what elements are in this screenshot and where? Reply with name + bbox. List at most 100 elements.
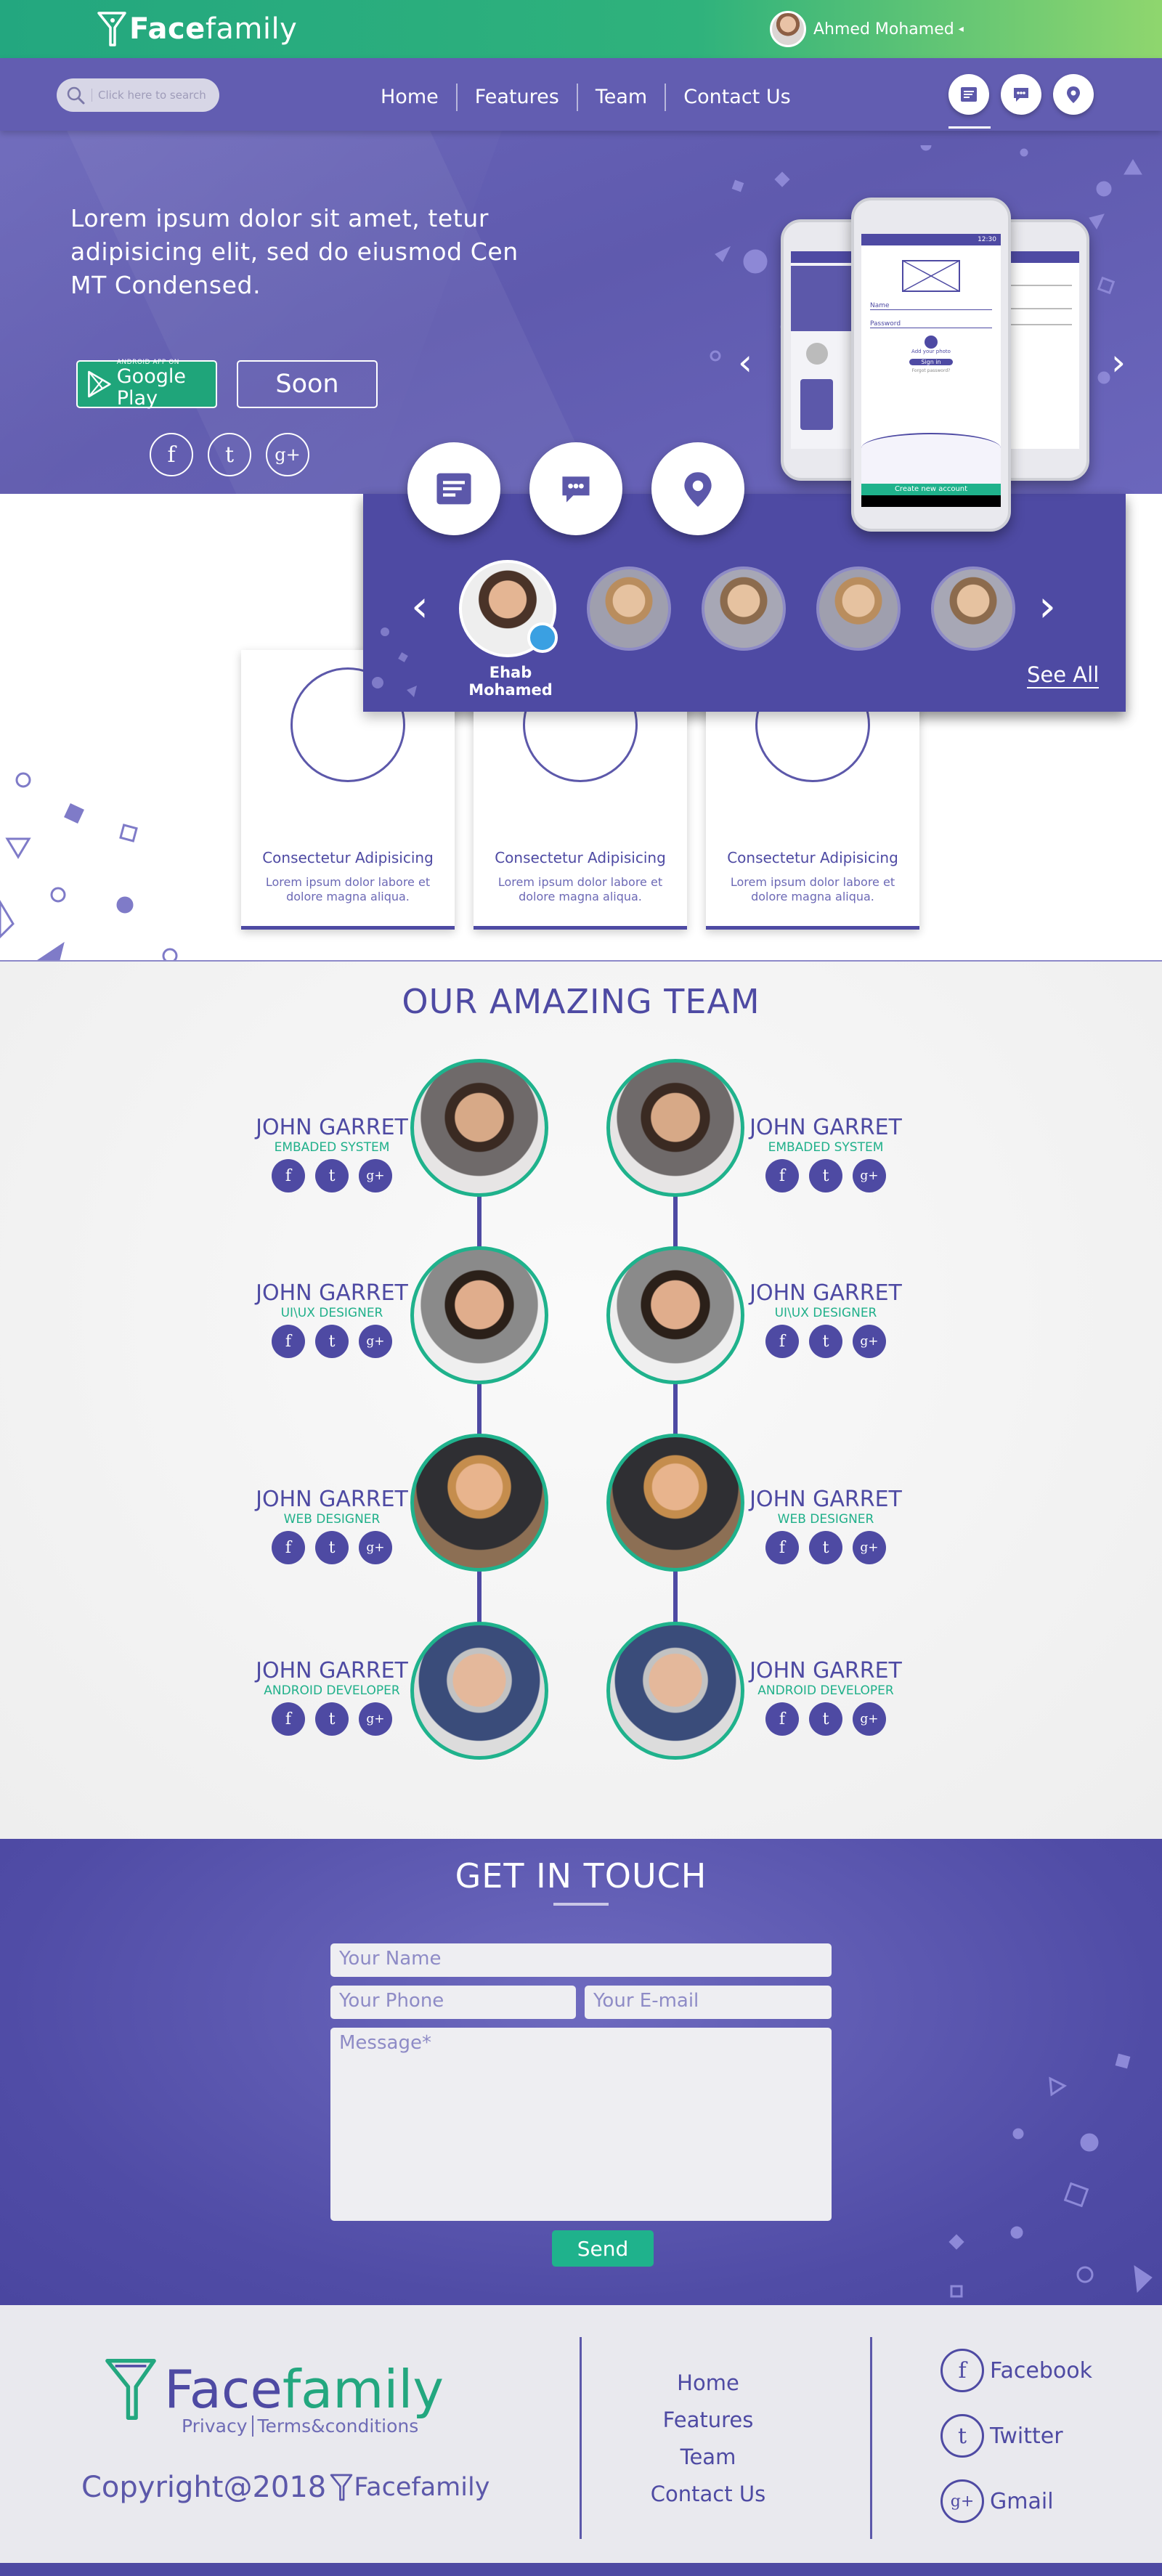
google-plus-icon[interactable]: g+ — [359, 1159, 392, 1192]
feature-title: Consectetur Adipisicing — [262, 849, 434, 866]
phone-field[interactable]: Your Phone — [330, 1986, 576, 2019]
member-social: f t g+ — [256, 1702, 408, 1736]
nav-team[interactable]: Team — [578, 84, 667, 111]
phone-center: 12:30 Name Password Add your photo Sign … — [851, 198, 1011, 532]
hero-prev-arrow[interactable]: ‹ — [738, 341, 752, 383]
search-input[interactable]: Click here to search — [92, 89, 206, 102]
user-name: Ahmed Mohamed — [813, 20, 954, 38]
footer-gmail-link[interactable]: g+ Gmail — [940, 2478, 1092, 2524]
footer-logo[interactable]: Facefamily — [102, 2353, 444, 2426]
active-tab-indicator — [948, 126, 991, 129]
member-role: ANDROID DEVELOPER — [264, 1683, 400, 1698]
team-member-photo — [606, 1434, 744, 1572]
member-role: WEB DESIGNER — [283, 1512, 381, 1527]
team-member-photo — [606, 1059, 744, 1197]
caret-icon: ◂ — [958, 23, 964, 35]
facebook-icon[interactable]: f — [272, 1702, 305, 1736]
footer-nav-home[interactable]: Home — [625, 2365, 792, 2402]
avatar[interactable] — [702, 566, 786, 651]
hero-next-arrow[interactable]: › — [1111, 341, 1126, 383]
twitter-icon[interactable]: t — [315, 1159, 349, 1192]
facebook-icon[interactable]: f — [150, 433, 193, 476]
facebook-icon[interactable]: f — [765, 1531, 799, 1564]
avatar[interactable] — [931, 566, 1015, 651]
member-social: f t g+ — [749, 1702, 902, 1736]
footer-nav-contact-us[interactable]: Contact Us — [625, 2476, 792, 2513]
terms-link[interactable]: Terms&conditions — [258, 2415, 419, 2437]
online-status-badge — [527, 622, 558, 653]
contact-confetti — [948, 2053, 1153, 2298]
newsfeed-feature-button[interactable] — [407, 442, 500, 535]
google-plus-icon[interactable]: g+ — [266, 433, 309, 476]
feature-description: Lorem ipsum dolor labore et dolore magna… — [497, 875, 663, 903]
facebook-icon[interactable]: f — [765, 1159, 799, 1192]
footer-facebook-link[interactable]: f Facebook — [940, 2347, 1092, 2394]
twitter-icon[interactable]: t — [809, 1159, 842, 1192]
google-play-button[interactable]: ANDROID APP ON Google Play — [76, 359, 217, 410]
search-box[interactable]: Click here to search — [57, 78, 219, 112]
team-member-photo — [606, 1622, 744, 1760]
carousel-prev-arrow[interactable]: ‹ — [411, 581, 428, 632]
google-plus-icon: g+ — [940, 2479, 984, 2523]
facebook-icon[interactable]: f — [765, 1325, 799, 1358]
footer-social-label: Twitter — [990, 2423, 1063, 2449]
hero-headline: Lorem ipsum dolor sit amet, tetur adipis… — [70, 204, 519, 299]
location-button[interactable] — [1053, 74, 1094, 115]
chat-feature-button[interactable] — [529, 442, 622, 535]
nav-home[interactable]: Home — [363, 84, 458, 111]
twitter-icon[interactable]: t — [208, 433, 251, 476]
send-button[interactable]: Send — [552, 2230, 654, 2267]
google-plus-icon[interactable]: g+ — [359, 1702, 392, 1736]
feature-description: Lorem ipsum dolor labore et dolore magna… — [265, 875, 431, 903]
phone-name-field: Name — [870, 302, 992, 310]
google-plus-icon[interactable]: g+ — [853, 1702, 886, 1736]
phone-create-account: Create new account — [861, 484, 1001, 495]
location-feature-button[interactable] — [651, 442, 744, 535]
member-social: f t g+ — [749, 1159, 902, 1192]
twitter-icon[interactable]: t — [809, 1531, 842, 1564]
google-plus-icon[interactable]: g+ — [853, 1531, 886, 1564]
facebook-icon[interactable]: f — [272, 1325, 305, 1358]
email-field[interactable]: Your E-mail — [585, 1986, 832, 2019]
newsfeed-button[interactable] — [948, 74, 989, 115]
soon-button[interactable]: Soon — [237, 360, 378, 408]
twitter-icon[interactable]: t — [809, 1702, 842, 1736]
see-all-link[interactable]: See All — [1027, 662, 1100, 688]
left-confetti — [0, 772, 178, 966]
message-field[interactable]: Message* — [330, 2028, 832, 2221]
facebook-icon[interactable]: f — [272, 1531, 305, 1564]
google-plus-icon[interactable]: g+ — [853, 1159, 886, 1192]
twitter-icon: t — [940, 2414, 984, 2458]
twitter-icon[interactable]: t — [315, 1702, 349, 1736]
nav-contact-us[interactable]: Contact Us — [666, 84, 808, 111]
footer-legal-links: Privacy Terms&conditions — [182, 2415, 418, 2437]
user-menu[interactable]: Ahmed Mohamed ◂ — [770, 10, 964, 48]
chat-icon — [562, 476, 590, 503]
facebook-icon[interactable]: f — [765, 1702, 799, 1736]
twitter-icon[interactable]: t — [809, 1325, 842, 1358]
google-plus-icon[interactable]: g+ — [359, 1531, 392, 1564]
footer-twitter-link[interactable]: t Twitter — [940, 2413, 1092, 2459]
twitter-icon[interactable]: t — [315, 1531, 349, 1564]
team-member-card: JOHN GARRET UI\UX DESIGNER f t g+ — [256, 1281, 408, 1358]
facebook-icon[interactable]: f — [272, 1159, 305, 1192]
privacy-link[interactable]: Privacy — [182, 2415, 253, 2437]
footer-nav-features[interactable]: Features — [625, 2402, 792, 2439]
google-plus-icon[interactable]: g+ — [359, 1325, 392, 1358]
facebook-icon: f — [940, 2349, 984, 2392]
chat-button[interactable] — [1001, 74, 1041, 115]
nav-features[interactable]: Features — [458, 84, 578, 111]
funnel-logo-icon — [97, 12, 126, 46]
team-member-photo — [410, 1434, 548, 1572]
avatar[interactable] — [459, 560, 558, 657]
twitter-icon[interactable]: t — [315, 1325, 349, 1358]
search-icon — [67, 86, 85, 105]
footer-nav-team[interactable]: Team — [625, 2439, 792, 2476]
avatar[interactable] — [816, 566, 901, 651]
name-field[interactable]: Your Name — [330, 1943, 832, 1977]
avatar[interactable] — [587, 566, 671, 651]
team-member-photo — [410, 1246, 548, 1384]
brand-logo[interactable]: Facefamily — [96, 7, 297, 51]
google-plus-icon[interactable]: g+ — [853, 1325, 886, 1358]
nav-icon-group — [948, 74, 1105, 129]
